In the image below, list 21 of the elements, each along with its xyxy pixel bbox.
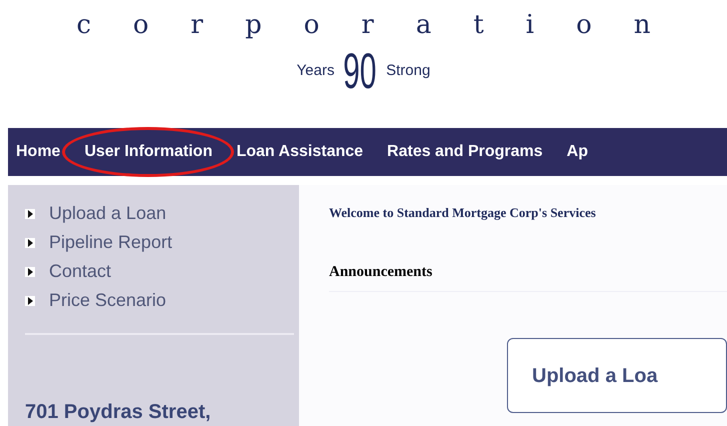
upload-loan-button[interactable]: Upload a Loa [507, 338, 727, 413]
nav-link[interactable]: Ap [566, 143, 588, 160]
nav-link[interactable]: Rates and Programs [387, 143, 543, 160]
sidebar-link[interactable]: Price Scenario [49, 287, 166, 314]
logo-number: 90 [344, 46, 377, 96]
sidebar-link[interactable]: Pipeline Report [49, 229, 172, 256]
announcements-heading: Announcements [329, 260, 727, 292]
nav-link[interactable]: Home [16, 143, 60, 160]
bullet-arrow-icon [25, 238, 35, 248]
logo-tagline: Strong [386, 60, 430, 81]
logo-tagline: Years [296, 60, 334, 81]
sidebar-link[interactable]: Upload a Loan [49, 200, 166, 227]
welcome-text: Welcome to Standard Mortgage Corp's Services [329, 204, 597, 222]
nav-link[interactable]: User Information [84, 143, 212, 160]
bullet-arrow-icon [25, 208, 35, 218]
sidebar-link[interactable]: Contact [49, 258, 112, 285]
address-text: 701 Poydras Street, [25, 400, 212, 425]
bullet-arrow-icon [25, 296, 35, 306]
nav-link[interactable]: Loan Assistance [236, 143, 364, 160]
bullet-arrow-icon [25, 266, 35, 276]
logo-wordmark: corporation [75, 9, 693, 42]
